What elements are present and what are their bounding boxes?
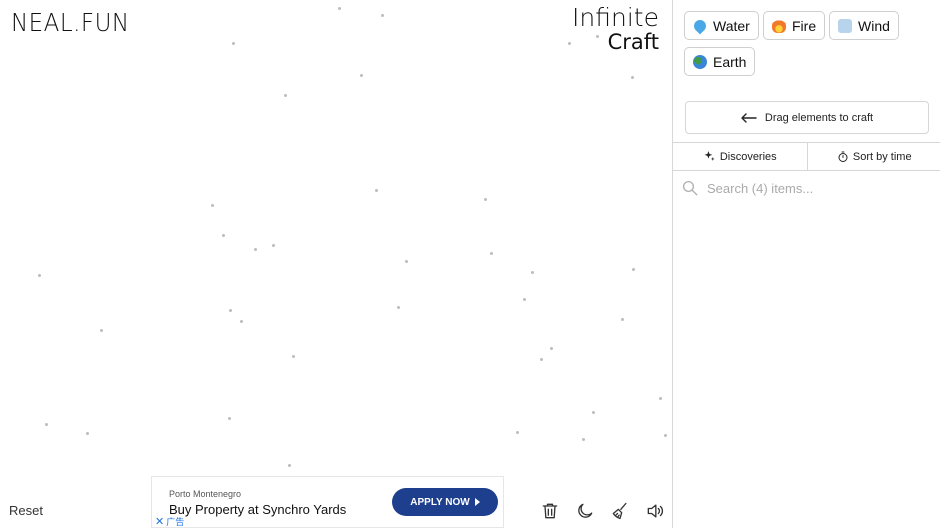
particle-dot — [550, 347, 553, 350]
particle-dot — [490, 252, 493, 255]
element-fire[interactable]: Fire — [763, 11, 826, 40]
arrow-left-icon — [741, 112, 757, 123]
tab-sort-label: Sort by time — [852, 150, 912, 163]
craft-canvas[interactable]: NEAL.FUN Infinite Craft Reset Porto Mont… — [0, 0, 672, 528]
broom-icon — [612, 502, 627, 520]
particle-dot — [664, 434, 667, 437]
stopwatch-icon — [838, 151, 848, 162]
play-arrow-icon — [474, 498, 480, 506]
ad-brand: Porto Montenegro — [169, 489, 242, 499]
ad-apply-label: APPLY NOW — [410, 496, 470, 508]
fire-icon — [772, 18, 786, 33]
globe-icon — [693, 54, 707, 69]
element-label: Earth — [713, 53, 747, 70]
tab-discoveries-label: Discoveries — [719, 150, 777, 163]
ad-label: 广告 — [166, 517, 185, 527]
element-label: Wind — [858, 17, 890, 34]
tab-discoveries[interactable]: Discoveries — [673, 143, 807, 170]
particle-dot — [375, 189, 378, 192]
particle-dot — [360, 74, 363, 77]
droplet-icon — [691, 17, 709, 34]
ad-headline[interactable]: Buy Property at Synchro Yards — [169, 502, 346, 517]
sparkles-icon — [704, 151, 715, 161]
element-water[interactable]: Water — [684, 11, 759, 40]
clean-up-button[interactable] — [608, 499, 632, 523]
particle-dot — [568, 42, 571, 45]
search-input[interactable] — [707, 180, 917, 196]
particle-dot — [632, 268, 635, 271]
particle-dot — [229, 309, 232, 312]
particle-dot — [240, 320, 243, 323]
particle-dot — [484, 198, 487, 201]
wind-icon — [838, 18, 852, 33]
particle-dot — [292, 355, 295, 358]
page-title: Infinite Craft — [572, 3, 659, 54]
close-icon[interactable]: ✕ — [155, 515, 164, 528]
element-earth[interactable]: Earth — [684, 47, 756, 76]
search-icon — [682, 180, 698, 196]
particle-dot — [516, 431, 519, 434]
reset-button[interactable]: Reset — [9, 503, 43, 518]
clear-canvas-button[interactable] — [538, 499, 562, 523]
particle-dot — [38, 274, 41, 277]
ad-choices[interactable]: ✕ 广告 — [155, 515, 184, 528]
drag-hint: Drag elements to craft — [685, 101, 929, 134]
ad-apply-button[interactable]: APPLY NOW — [392, 488, 498, 516]
element-label: Fire — [792, 17, 817, 34]
particle-dot — [659, 397, 662, 400]
sound-toggle[interactable] — [643, 499, 667, 523]
neal-fun-logo[interactable]: NEAL.FUN — [11, 8, 130, 37]
element-wind[interactable]: Wind — [829, 11, 899, 40]
particle-dot — [592, 411, 595, 414]
particle-dot — [254, 248, 257, 251]
advertisement-banner[interactable]: Porto Montenegro Buy Property at Synchro… — [151, 476, 504, 528]
title-line-2: Craft — [607, 30, 659, 54]
particle-dot — [631, 76, 634, 79]
particle-dot — [338, 7, 341, 10]
drag-hint-text: Drag elements to craft — [764, 111, 874, 124]
particle-dot — [86, 432, 89, 435]
particle-dot — [381, 14, 384, 17]
particle-dot — [540, 358, 543, 361]
particle-dot — [405, 260, 408, 263]
particle-dot — [222, 234, 225, 237]
particle-dot — [45, 423, 48, 426]
search-bar[interactable] — [681, 176, 933, 200]
moon-icon — [578, 503, 593, 518]
particle-dot — [397, 306, 400, 309]
particle-dot — [621, 318, 624, 321]
sidebar-tabs: Discoveries Sort by time — [673, 142, 940, 171]
particle-dot — [582, 438, 585, 441]
trash-icon — [542, 503, 558, 519]
particle-dot — [228, 417, 231, 420]
speaker-icon — [647, 504, 663, 518]
sidebar: Water Fire Wind Earth Drag elements to c… — [672, 0, 940, 528]
particle-dot — [284, 94, 287, 97]
particle-dot — [232, 42, 235, 45]
tab-sort-by-time[interactable]: Sort by time — [806, 143, 940, 170]
particle-dot — [211, 204, 214, 207]
particle-dot — [288, 464, 291, 467]
particle-dot — [523, 298, 526, 301]
particle-dot — [272, 244, 275, 247]
dark-mode-toggle[interactable] — [573, 499, 597, 523]
element-label: Water — [713, 17, 750, 34]
title-line-1: Infinite — [572, 3, 659, 32]
particle-dot — [100, 329, 103, 332]
particle-dot — [531, 271, 534, 274]
